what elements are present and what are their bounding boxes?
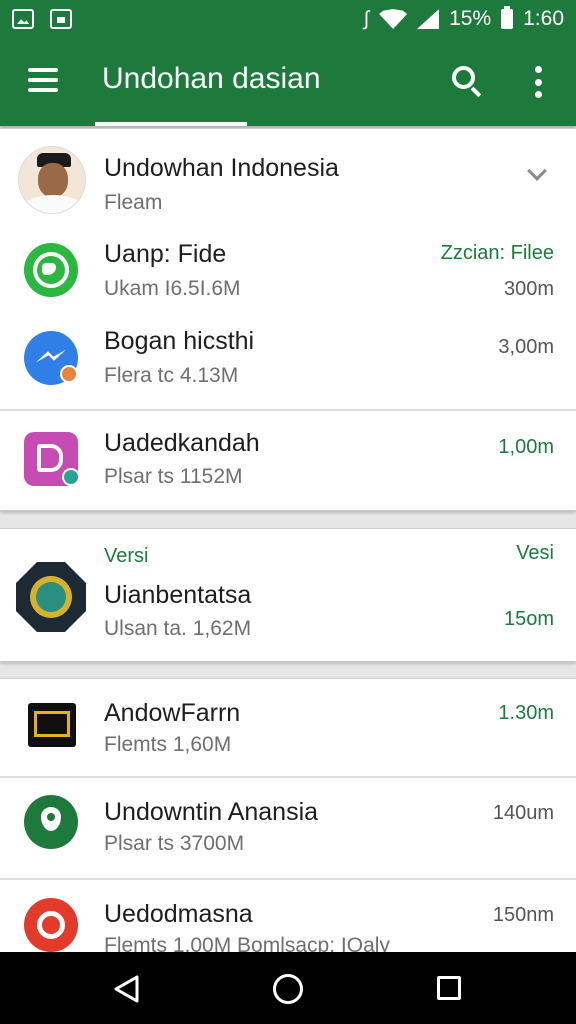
image-notification-icon (12, 9, 34, 29)
app-name[interactable]: Uanp: Fide (104, 240, 226, 269)
avatar (18, 146, 86, 214)
app-name[interactable]: Undowntin Anansia (104, 798, 318, 827)
divider (0, 878, 576, 880)
version-label-right: Vesi (516, 542, 554, 564)
app-tag: Zzcian: Filee (440, 242, 554, 264)
app-name[interactable]: Uedodmasna (104, 900, 253, 929)
more-options-icon[interactable] (534, 66, 542, 98)
app-name[interactable]: Uianbentatsa (104, 581, 251, 610)
app-size: 300m (503, 278, 554, 300)
app-sub: Ukam I6.5I.6M (104, 277, 241, 300)
divider (0, 409, 576, 411)
app-size: 15om (503, 608, 554, 630)
app-name[interactable]: Bogan hicsthi (104, 327, 254, 356)
app-name[interactable]: Uadedkandah (104, 429, 260, 458)
app-size: 1,00m (498, 436, 554, 458)
app-sub: Ulsan ta. 1,62M (104, 617, 252, 640)
menu-icon[interactable] (28, 68, 58, 92)
app-name[interactable]: AndowFarrn (104, 699, 240, 728)
app-bar: Undohan dasian (0, 38, 576, 126)
whatsapp-icon (24, 243, 78, 297)
tab-indicator (95, 122, 247, 126)
vibrate-icon: ∫ (363, 7, 370, 30)
app-sub: Plsar ts 3700M (104, 832, 245, 855)
game-app-icon (16, 562, 86, 632)
app-size: 3,00m (498, 336, 554, 358)
page-title: Undohan dasian (102, 62, 321, 95)
recents-icon[interactable] (437, 976, 461, 1000)
verified-badge-icon (62, 468, 80, 486)
app-logo-icon (28, 703, 76, 747)
divider (0, 776, 576, 778)
store-notification-icon (50, 9, 72, 29)
home-icon[interactable] (273, 974, 303, 1004)
status-time: 1:60 (523, 7, 564, 30)
battery-icon (501, 6, 514, 29)
back-icon[interactable] (112, 974, 142, 1004)
account-sub: Fleam (104, 191, 163, 214)
app-sub: Flemts 1,60M (104, 733, 232, 756)
search-icon[interactable] (450, 64, 484, 98)
account-name: Undowhan Indonesia (104, 154, 339, 182)
navigation-bar (0, 952, 576, 1024)
app-sub: Plsar ts 1152M (104, 465, 243, 488)
app-sub: Flera tc 4.13M (104, 364, 239, 387)
updates-card (0, 528, 576, 662)
app-size: 140um (492, 802, 554, 824)
app-size: 150nm (492, 904, 554, 926)
signal-icon (417, 9, 440, 29)
version-label: Versi (104, 545, 149, 567)
update-badge-icon (60, 365, 78, 383)
app-size: 1.30m (498, 702, 554, 724)
map-pin-icon (24, 795, 78, 849)
status-bar: ∫ 15% 1:60 (0, 0, 576, 38)
red-app-icon (24, 898, 78, 952)
wifi-icon (379, 9, 408, 29)
battery-percent: 15% (449, 7, 492, 30)
